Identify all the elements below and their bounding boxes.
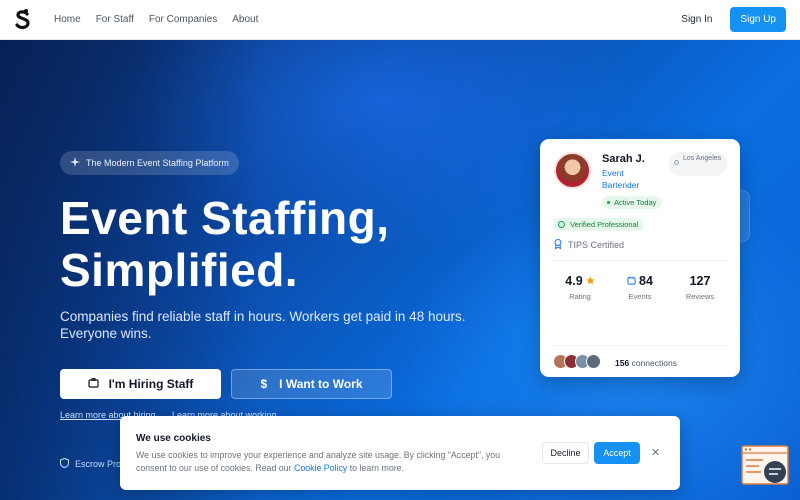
accept-button[interactable]: Accept	[594, 442, 640, 464]
divider	[552, 260, 728, 261]
check-circle-icon	[558, 221, 565, 228]
certification: TIPS Certified	[554, 239, 624, 251]
events-label: Events	[628, 292, 652, 301]
tagline-pill: The Modern Event Staffing Platform	[60, 151, 239, 175]
cookie-banner: We use cookies We use cookies to improve…	[120, 416, 680, 490]
cookie-policy-link[interactable]: Cookie Policy	[294, 463, 347, 473]
profile-name: Sarah J.	[602, 153, 645, 165]
escrow-label: Escrow Pro	[75, 459, 122, 469]
award-icon	[554, 239, 562, 251]
want-to-work-label: I Want to Work	[279, 377, 363, 391]
hiring-staff-label: I'm Hiring Staff	[108, 377, 194, 391]
nav-link-for-staff[interactable]: For Staff	[96, 14, 134, 25]
hero-subtitle: Companies find reliable staff in hours. …	[60, 309, 466, 341]
star-icon	[586, 274, 595, 288]
certification-label: TIPS Certified	[568, 240, 625, 250]
connections-label: connections	[631, 358, 677, 368]
sparkle-icon	[70, 157, 80, 169]
connection-avatars	[553, 354, 601, 369]
escrow-badge: Escrow Pro	[60, 457, 122, 470]
cookie-text-after: to learn more.	[349, 462, 404, 473]
location-badge: Los Angeles	[669, 152, 727, 176]
nav-link-home[interactable]: Home	[54, 14, 81, 25]
tagline-text: The Modern Event Staffing Platform	[86, 158, 229, 168]
location-text: Los Angeles	[683, 155, 722, 162]
hero-headline: Event Staffing, Simplified.	[60, 192, 390, 296]
stat-reviews: 127 Reviews	[670, 274, 730, 301]
calendar-icon	[627, 274, 636, 288]
location-pin-icon	[674, 160, 679, 165]
avatar	[586, 354, 601, 369]
hiring-staff-button[interactable]: I'm Hiring Staff	[60, 369, 221, 399]
connections-text: 156 connections	[615, 358, 677, 368]
s-logo-icon[interactable]	[14, 8, 32, 31]
profile-role: Event Bartender	[602, 168, 640, 190]
nav-link-about[interactable]: About	[232, 14, 258, 25]
cookie-title: We use cookies	[136, 433, 211, 444]
rating-label: Rating	[569, 292, 591, 301]
chat-widget-icon[interactable]	[741, 445, 789, 485]
profile-card[interactable]: Sarah J. Event Bartender Los Angeles Act…	[540, 139, 740, 377]
nav-auth: Sign In Sign Up	[681, 7, 786, 32]
sign-up-button[interactable]: Sign Up	[730, 7, 786, 32]
reviews-label: Reviews	[685, 292, 715, 301]
verified-badge: Verified Professional	[553, 218, 645, 231]
reviews-value: 127	[689, 274, 711, 288]
nav-link-for-companies[interactable]: For Companies	[149, 14, 217, 25]
sign-in-link[interactable]: Sign In	[681, 14, 712, 25]
events-value: 84	[639, 274, 653, 288]
want-to-work-button[interactable]: $ I Want to Work	[231, 369, 392, 399]
stat-rating: 4.9 Rating	[550, 274, 610, 301]
connections-count: 156	[615, 358, 630, 368]
verified-label: Verified Professional	[570, 220, 639, 229]
divider	[552, 345, 728, 346]
headline-line-1: Event Staffing,	[60, 192, 390, 244]
dollar-icon: $	[260, 377, 268, 391]
shield-icon	[60, 457, 69, 470]
close-icon[interactable]: ✕	[651, 446, 660, 459]
headline-line-2: Simplified.	[60, 244, 299, 296]
avatar	[554, 152, 591, 189]
building-icon	[87, 377, 99, 391]
rating-value: 4.9	[565, 274, 583, 288]
status-badge: Active Today	[602, 196, 663, 209]
decline-button[interactable]: Decline	[542, 442, 589, 464]
top-navbar: Home For Staff For Companies About Sign …	[0, 0, 800, 40]
stat-events: 84 Events	[610, 274, 670, 301]
cookie-text: We use cookies to improve your experienc…	[136, 449, 528, 474]
